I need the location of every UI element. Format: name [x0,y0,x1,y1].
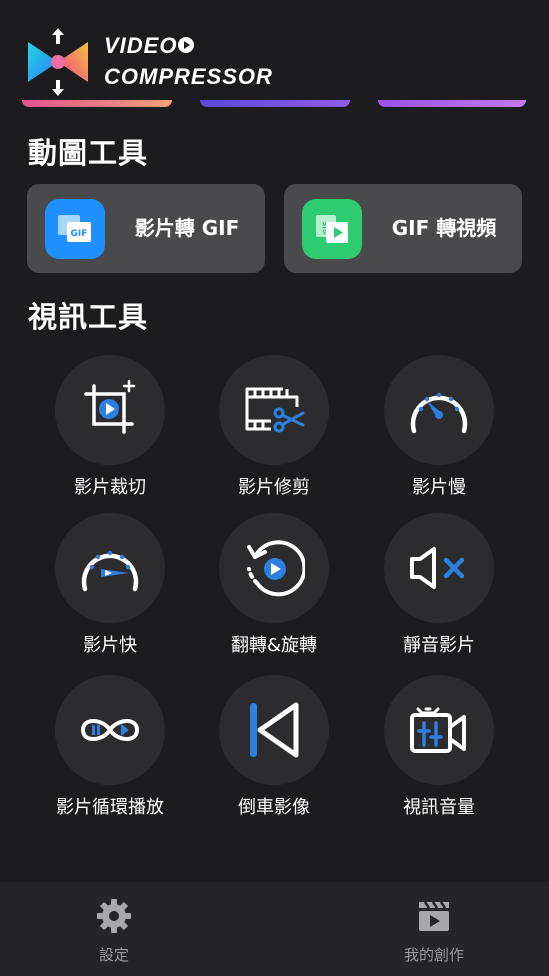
mute-label: 靜音影片 [403,635,475,656]
clapperboard-icon [419,901,449,931]
video-tools-title: 視訊工具 [28,300,149,334]
loop-tool[interactable]: 影片循環播放 [35,675,185,825]
reverse-icon [219,675,329,785]
banner-strip [22,100,172,107]
banner-strip [200,100,350,107]
svg-text:GIF: GIF [71,229,88,239]
loop-icon [55,675,165,785]
reverse-tool[interactable]: 倒車影像 [199,675,349,825]
nav-my-creations-label: 我的創作 [403,946,464,964]
volume-tool[interactable]: 視訊音量 [364,675,514,825]
nav-my-creations[interactable]: 我的創作 [354,882,514,976]
nav-settings-label: 設定 [98,946,129,964]
rotate-tool[interactable]: 翻轉&旋轉 [199,513,349,663]
fast-tool[interactable]: 影片快 [35,513,185,663]
play-icon [178,37,195,54]
crop-label: 影片裁切 [74,477,146,498]
trim-scissors-icon [219,355,329,465]
video-compressor-logo-icon [28,28,88,96]
volume-label: 視訊音量 [403,797,475,818]
gif-to-video-label: GIF 轉視頻 [391,216,497,240]
fast-speedometer-icon [55,513,165,623]
crop-icon [55,355,165,465]
app-title: VIDEO COMPRESSOR [104,33,273,89]
trim-label: 影片修剪 [238,477,310,498]
slow-label: 影片慢 [412,477,466,498]
gear-icon [97,899,131,933]
app-header: VIDEO COMPRESSOR [0,0,549,112]
fast-label: 影片快 [83,635,137,656]
slow-speedometer-icon [384,355,494,465]
slow-tool[interactable]: 影片慢 [364,355,514,505]
mute-icon [384,513,494,623]
trim-tool[interactable]: 影片修剪 [199,355,349,505]
crop-tool[interactable]: 影片裁切 [35,355,185,505]
video-to-gif-label: 影片轉 GIF [134,216,240,240]
nav-settings[interactable]: 設定 [34,882,194,976]
video-to-gif-icon: GIF [45,199,105,259]
gif-tools-title: 動圖工具 [28,136,149,170]
reverse-label: 倒車影像 [238,797,310,818]
volume-adjust-icon [384,675,494,785]
bottom-nav: 設定 我的創作 [0,882,549,976]
rotate-icon [219,513,329,623]
mute-tool[interactable]: 靜音影片 [364,513,514,663]
banner-strip [378,100,526,107]
loop-label: 影片循環播放 [56,797,164,818]
rotate-label: 翻轉&旋轉 [230,635,318,656]
gif-to-video-icon: GIF [302,199,362,259]
gif-to-video-card[interactable]: GIF GIF 轉視頻 [284,184,522,273]
video-to-gif-card[interactable]: GIF 影片轉 GIF [27,184,265,273]
